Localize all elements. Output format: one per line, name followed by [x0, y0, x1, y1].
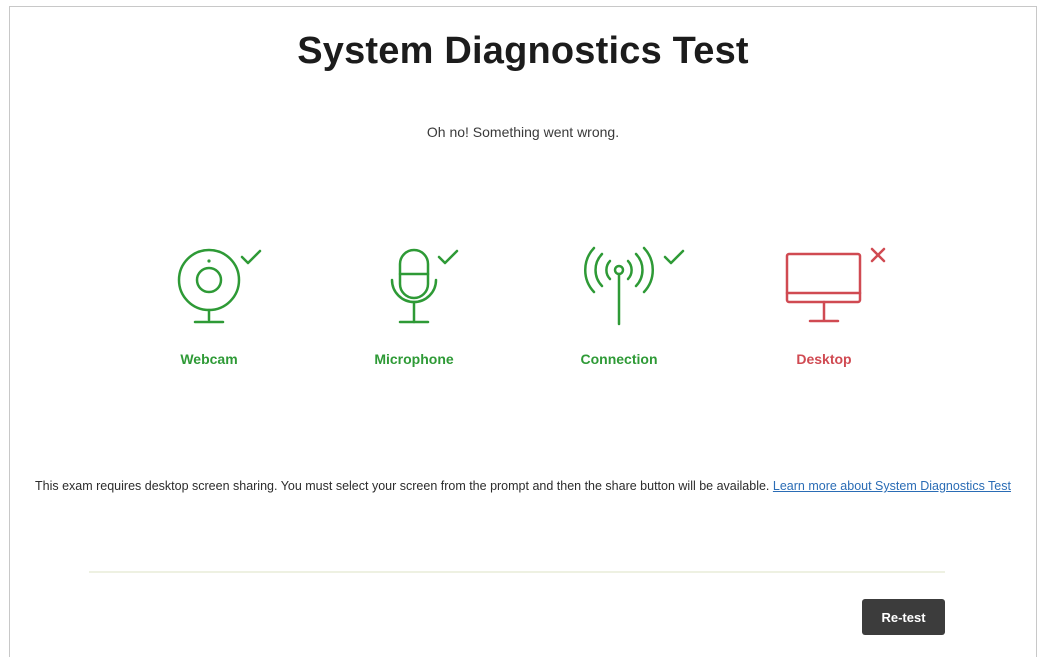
- retest-button[interactable]: Re-test: [862, 599, 945, 635]
- check-item-microphone: Microphone: [334, 240, 494, 380]
- checkmark-icon: [240, 249, 262, 265]
- check-label-webcam: Webcam: [180, 351, 238, 367]
- info-text: This exam requires desktop screen sharin…: [34, 479, 770, 493]
- check-item-desktop: Desktop: [744, 240, 904, 380]
- x-icon: [870, 247, 886, 263]
- learn-more-link[interactable]: Learn more about System Diagnostics Test: [773, 479, 1011, 493]
- checkmark-icon: [663, 249, 685, 265]
- info-message: This exam requires desktop screen sharin…: [0, 474, 1046, 498]
- checkmark-icon: [437, 249, 459, 265]
- status-message: Oh no! Something went wrong.: [426, 124, 620, 140]
- check-label-desktop: Desktop: [796, 351, 852, 367]
- page-title: System Diagnostics Test: [297, 30, 749, 72]
- check-label-microphone: Microphone: [374, 351, 454, 367]
- divider: [89, 571, 945, 573]
- check-item-connection: Connection: [539, 240, 699, 380]
- check-label-connection: Connection: [580, 351, 658, 367]
- check-item-webcam: Webcam: [129, 240, 289, 380]
